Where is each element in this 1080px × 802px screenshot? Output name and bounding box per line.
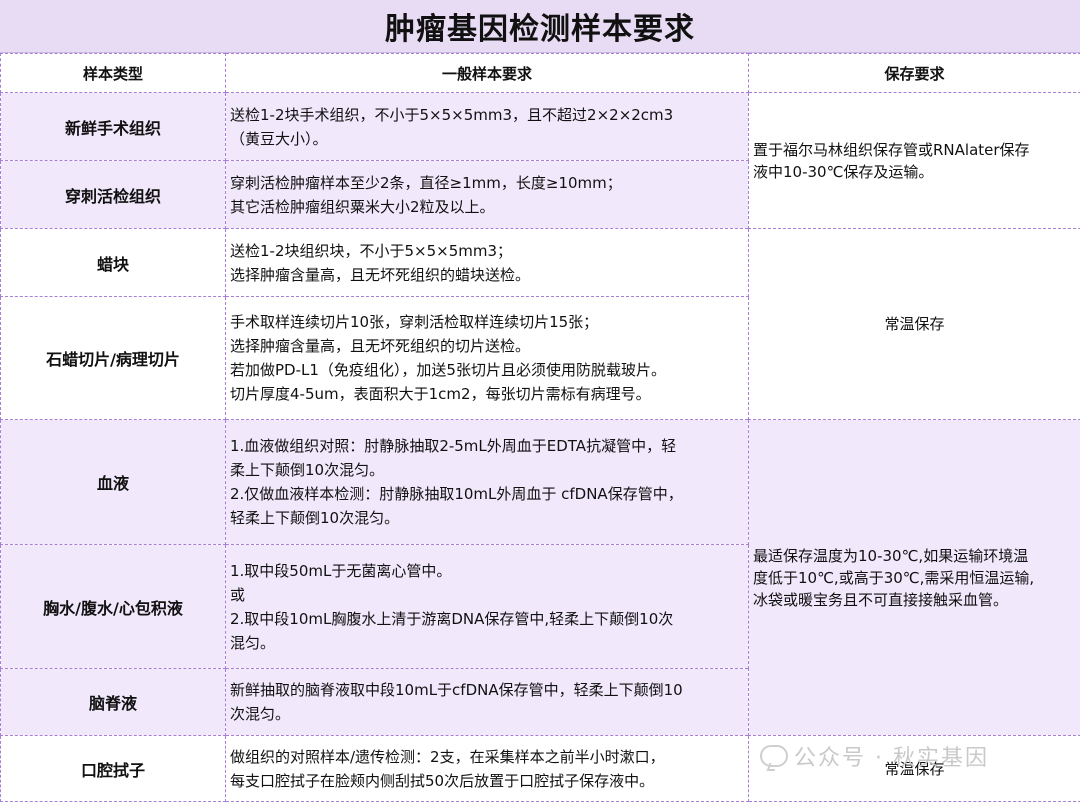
- requirement-line: 2.取中段10mL胸腹水上清于游离DNA保存管中,轻柔上下颠倒10次: [230, 609, 674, 628]
- storage-cell-paraffin: 常温保存: [748, 228, 1080, 420]
- table-row: 血液 1.血液做组织对照：肘静脉抽取2-5mL外周血于EDTA抗凝管中，轻 柔上…: [0, 419, 1080, 736]
- storage-cell-fluid: 最适保存温度为10-30℃,如果运输环境温 度低于10℃,或高于30℃,需采用恒…: [748, 419, 1080, 736]
- sample-type-cell: 石蜡切片/病理切片: [0, 296, 226, 420]
- storage-line: 度低于10℃,或高于30℃,需采用恒温运输,: [753, 568, 1035, 587]
- requirement-line: 新鲜抽取的脑脊液取中段10mL于cfDNA保存管中，轻柔上下颠倒10: [230, 681, 683, 699]
- table-row: 蜡块 送检1-2块组织块，不小于5×5×5mm3； 选择肿瘤含量高，且无坏死组织…: [0, 228, 1080, 420]
- storage-line: 液中10-30℃保存及运输。: [753, 162, 934, 181]
- requirement-line: 做组织的对照样本/遗传检测：2支，在采集样本之前半小时漱口，: [230, 747, 665, 766]
- requirement-line: 手术取样连续切片10张，穿刺活检取样连续切片15张；: [230, 313, 599, 331]
- sample-type-cell: 血液: [0, 419, 226, 545]
- table-row: 新鲜手术组织 送检1-2块手术组织，不小于5×5×5mm3，且不超过2×2×2c…: [0, 92, 1080, 229]
- storage-line: 置于福尔马林组织保存管或RNAlater保存: [753, 140, 1030, 159]
- sample-type-cell: 穿刺活检组织: [0, 160, 226, 229]
- requirement-line: 2.仅做血液样本检测：肘静脉抽取10mL外周血于 cfDNA保存管中，: [230, 485, 683, 503]
- requirement-line: 1.取中段50mL于无菌离心管中。: [230, 561, 452, 580]
- storage-line: 最适保存温度为10-30℃,如果运输环境温: [753, 546, 1029, 565]
- storage-line: 常温保存: [884, 759, 945, 778]
- sample-type-cell: 蜡块: [0, 228, 226, 297]
- sample-type-cell: 脑脊液: [0, 668, 226, 736]
- requirement-line: 1.血液做组织对照：肘静脉抽取2-5mL外周血于EDTA抗凝管中，轻: [230, 437, 677, 455]
- sample-type-cell: 新鲜手术组织: [0, 92, 226, 161]
- header-general-requirements: 一般样本要求: [225, 53, 749, 93]
- requirement-cell: 新鲜抽取的脑脊液取中段10mL于cfDNA保存管中，轻柔上下颠倒10 次混匀。: [225, 668, 749, 736]
- sample-requirements-table: 样本类型 一般样本要求 保存要求 新鲜手术组织 送检1-2块手术组织，不小于5×…: [0, 53, 1080, 802]
- storage-cell-tissue: 置于福尔马林组织保存管或RNAlater保存 液中10-30℃保存及运输。: [748, 92, 1080, 229]
- requirement-line: 其它活检肿瘤组织粟米大小2粒及以上。: [230, 197, 495, 216]
- requirement-line: 选择肿瘤含量高，且无坏死组织的切片送检。: [230, 337, 531, 355]
- requirement-line: 轻柔上下颠倒10次混匀。: [230, 509, 400, 527]
- requirement-line: 切片厚度4-5um，表面积大于1cm2，每张切片需标有病理号。: [230, 385, 651, 403]
- requirement-line: 穿刺活检肿瘤样本至少2条，直径≥1mm，长度≥10mm；: [230, 173, 622, 192]
- requirement-cell: 1.取中段50mL于无菌离心管中。 或 2.取中段10mL胸腹水上清于游离DNA…: [225, 544, 749, 669]
- requirement-line: 送检1-2块组织块，不小于5×5×5mm3；: [230, 241, 513, 260]
- requirement-cell: 送检1-2块组织块，不小于5×5×5mm3； 选择肿瘤含量高，且无坏死组织的蜡块…: [225, 228, 749, 297]
- requirement-line: 送检1-2块手术组织，不小于5×5×5mm3，且不超过2×2×2cm3: [230, 105, 674, 124]
- storage-line: 冰袋或暖宝务且不可直接接触采血管。: [753, 590, 1009, 609]
- requirement-cell: 做组织的对照样本/遗传检测：2支，在采集样本之前半小时漱口， 每支口腔拭子在脸颊…: [225, 735, 749, 802]
- requirement-line: 若加做PD-L1（免疫组化），加送5张切片且必须使用防脱载玻片。: [230, 361, 666, 379]
- requirement-cell: 送检1-2块手术组织，不小于5×5×5mm3，且不超过2×2×2cm3 （黄豆大…: [225, 92, 749, 161]
- header-sample-type: 样本类型: [0, 53, 226, 93]
- header-storage-requirements: 保存要求: [748, 53, 1080, 93]
- storage-cell-swab: 常温保存: [748, 735, 1080, 802]
- requirement-line: 混匀。: [230, 633, 276, 652]
- requirement-line: 每支口腔拭子在脸颊内侧刮拭50次后放置于口腔拭子保存液中。: [230, 771, 655, 790]
- sample-type-cell: 口腔拭子: [0, 735, 226, 802]
- requirement-line: （黄豆大小）。: [230, 129, 328, 148]
- requirement-line: 或: [230, 585, 246, 604]
- requirement-line: 次混匀。: [230, 705, 291, 723]
- requirement-line: 选择肿瘤含量高，且无坏死组织的蜡块送检。: [230, 265, 531, 284]
- sample-type-cell: 胸水/腹水/心包积液: [0, 544, 226, 669]
- requirement-line: 柔上下颠倒10次混匀。: [230, 461, 385, 479]
- header-row: 样本类型 一般样本要求 保存要求: [0, 53, 1080, 93]
- page-title: 肿瘤基因检测样本要求: [0, 0, 1080, 53]
- storage-line: 常温保存: [884, 315, 945, 333]
- requirement-cell: 穿刺活检肿瘤样本至少2条，直径≥1mm，长度≥10mm； 其它活检肿瘤组织粟米大…: [225, 160, 749, 229]
- requirement-cell: 1.血液做组织对照：肘静脉抽取2-5mL外周血于EDTA抗凝管中，轻 柔上下颠倒…: [225, 419, 749, 545]
- requirement-cell: 手术取样连续切片10张，穿刺活检取样连续切片15张； 选择肿瘤含量高，且无坏死组…: [225, 296, 749, 420]
- table-row: 口腔拭子 做组织的对照样本/遗传检测：2支，在采集样本之前半小时漱口， 每支口腔…: [0, 735, 1080, 802]
